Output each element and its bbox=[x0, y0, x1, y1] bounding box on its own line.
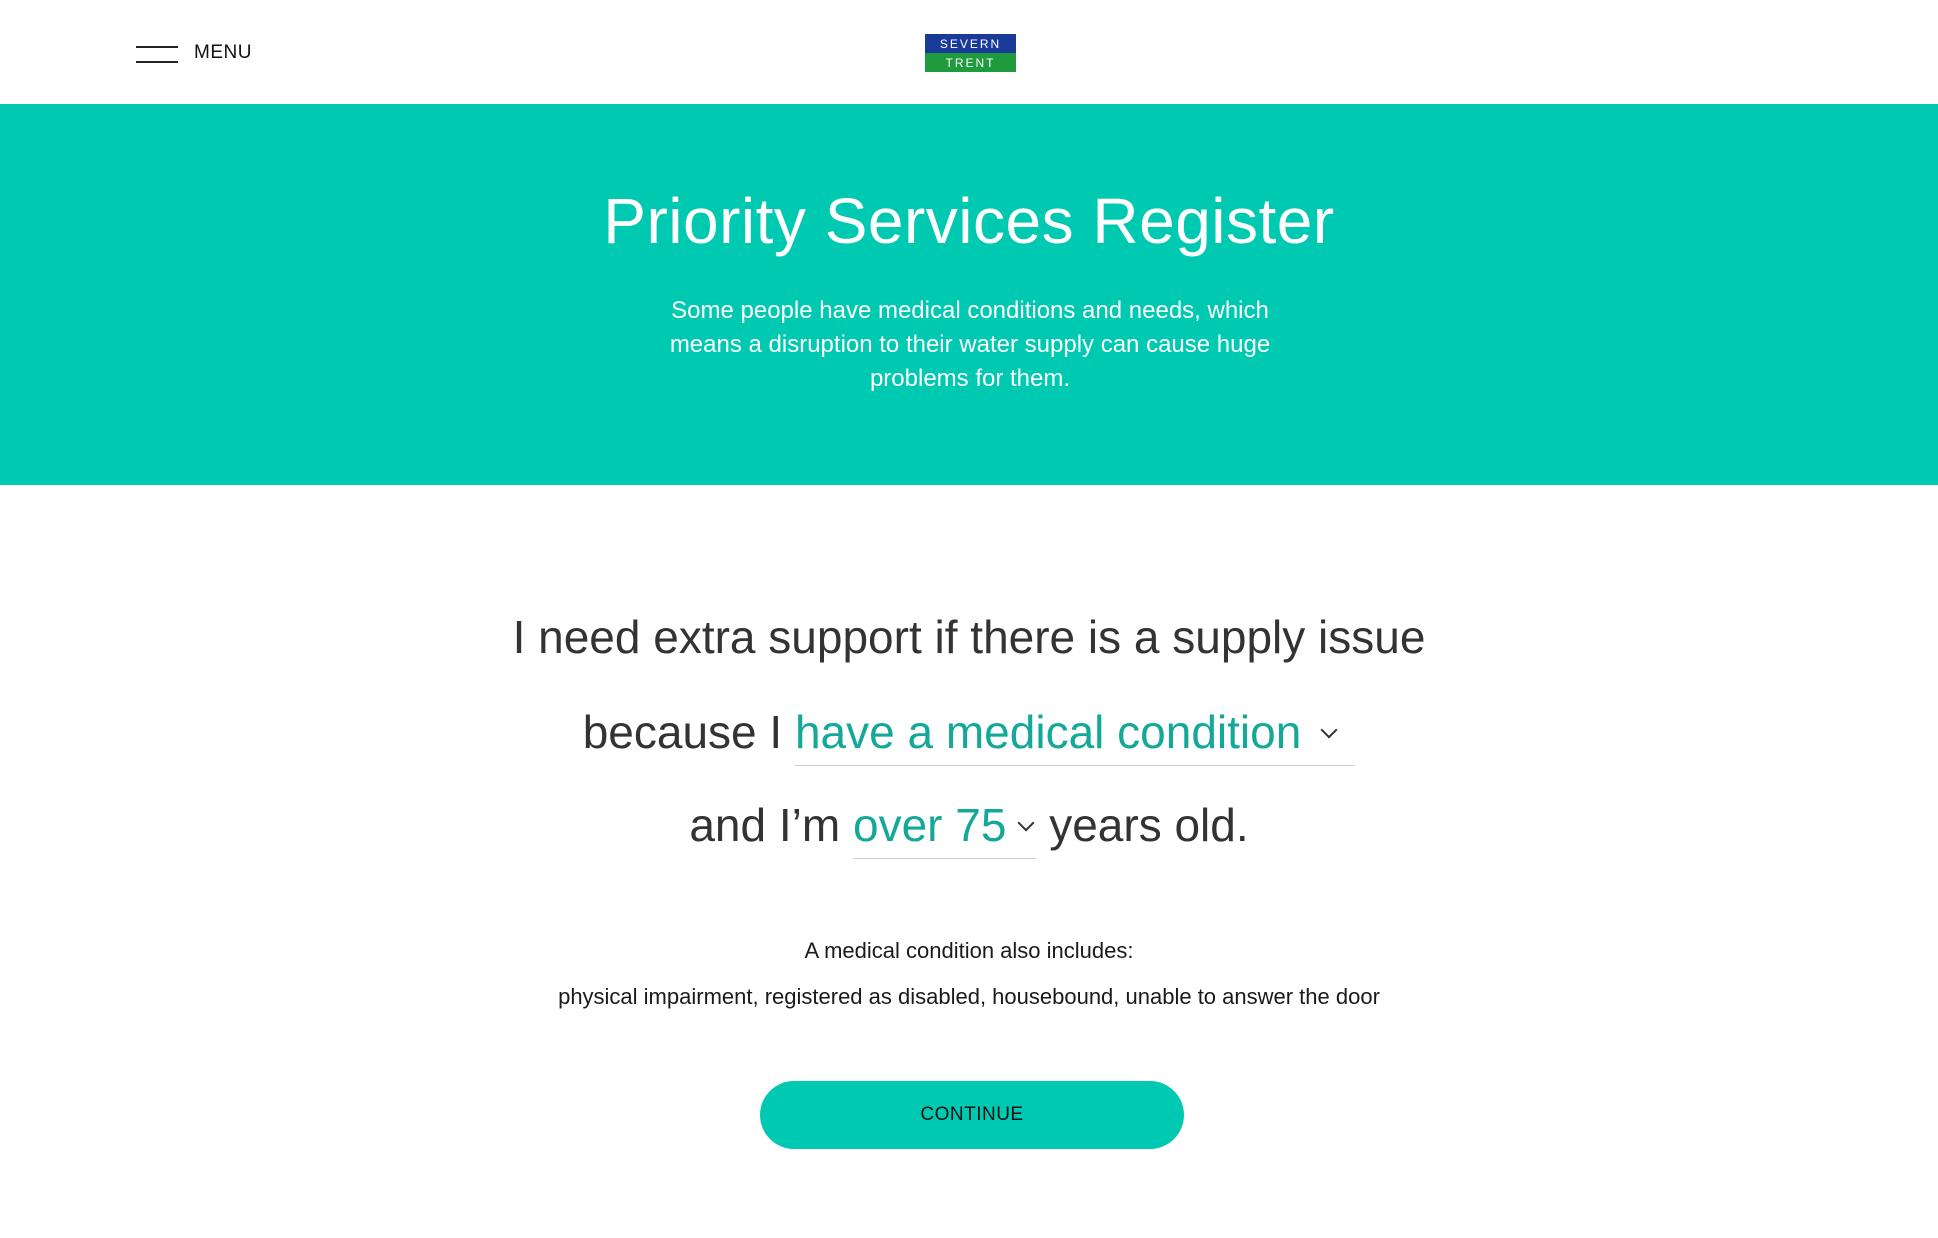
age-select[interactable]: over 75 bbox=[852, 798, 1037, 859]
page-title: Priority Services Register bbox=[603, 185, 1335, 257]
sentence-line-1-text: I need extra support if there is a suppl… bbox=[512, 611, 1426, 663]
note-title: A medical condition also includes: bbox=[804, 938, 1134, 963]
site-header: MENU SEVERN TRENT bbox=[0, 0, 1938, 104]
sentence-line-3: and I’m over 75 years old. bbox=[0, 798, 1938, 859]
chevron-down-icon[interactable] bbox=[1320, 721, 1338, 739]
continue-button[interactable]: CONTINUE bbox=[760, 1081, 1184, 1149]
menu-label[interactable]: MENU bbox=[194, 42, 252, 64]
sentence-line-3-suffix: years old. bbox=[1049, 799, 1249, 851]
sentence-line-1: I need extra support if there is a suppl… bbox=[0, 610, 1938, 664]
age-select-value[interactable]: over 75 bbox=[853, 799, 1006, 851]
sentence-line-2-prefix: because I bbox=[582, 706, 783, 758]
condition-select-value[interactable]: have a medical condition bbox=[795, 706, 1301, 758]
sentence-line-3-prefix: and I’m bbox=[689, 799, 841, 851]
logo-top-text: SEVERN bbox=[925, 34, 1016, 53]
sentence-line-2: because I have a medical condition bbox=[0, 705, 1938, 766]
note-text: physical impairment, registered as disab… bbox=[558, 984, 1380, 1009]
hero-description: Some people have medical conditions and … bbox=[669, 297, 1271, 392]
condition-select[interactable]: have a medical condition bbox=[794, 705, 1356, 766]
menu-button[interactable]: MENU bbox=[136, 40, 252, 66]
hero-banner: Priority Services Register Some people h… bbox=[0, 104, 1938, 485]
hamburger-icon[interactable] bbox=[136, 43, 178, 63]
chevron-down-icon[interactable] bbox=[1017, 814, 1035, 832]
logo-bottom-text: TRENT bbox=[925, 53, 1016, 72]
severn-trent-logo[interactable]: SEVERN TRENT bbox=[925, 34, 1016, 72]
